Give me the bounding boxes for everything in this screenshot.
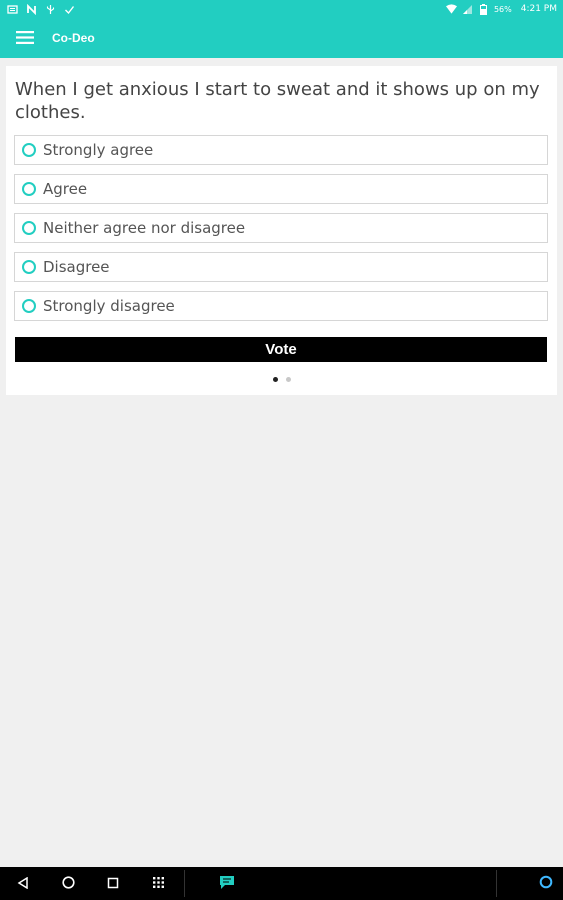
back-icon xyxy=(17,874,29,893)
app-drawer-button[interactable] xyxy=(147,867,169,900)
poll-option-label: Agree xyxy=(43,180,88,198)
newspaper-icon xyxy=(7,4,18,15)
poll-option-label: Disagree xyxy=(43,258,110,276)
app-bar: Co-Deo xyxy=(0,18,563,58)
pager-dot[interactable] xyxy=(285,377,291,382)
chat-app-button[interactable] xyxy=(214,867,240,900)
radio-icon xyxy=(22,299,36,313)
poll-option-disagree[interactable]: Disagree xyxy=(14,252,548,282)
recents-icon xyxy=(107,874,119,893)
alexa-button[interactable] xyxy=(535,867,557,900)
app-drawer-icon xyxy=(152,874,165,893)
nav-divider xyxy=(184,870,185,897)
poll-card: When I get anxious I start to sweat and … xyxy=(6,66,557,395)
clock: 4:21 PM xyxy=(520,4,557,14)
status-notification-icons xyxy=(0,3,75,15)
poll-question: When I get anxious I start to sweat and … xyxy=(15,79,540,123)
poll-option-strongly-disagree[interactable]: Strongly disagree xyxy=(14,291,548,321)
menu-button[interactable] xyxy=(0,18,52,58)
home-icon xyxy=(61,874,75,893)
pager-indicator xyxy=(6,377,557,383)
home-button[interactable] xyxy=(57,867,79,900)
back-button[interactable] xyxy=(12,867,34,900)
signal-icon xyxy=(462,4,473,15)
navigation-bar xyxy=(0,867,563,900)
nav-divider xyxy=(496,870,497,897)
vote-button[interactable]: Vote xyxy=(15,337,547,362)
radio-icon xyxy=(22,260,36,274)
poll-option-strongly-agree[interactable]: Strongly agree xyxy=(14,135,548,165)
recents-button[interactable] xyxy=(102,867,124,900)
battery-percent: 56% xyxy=(493,4,512,14)
alexa-icon xyxy=(539,874,553,893)
usb-icon xyxy=(45,4,56,15)
radio-icon xyxy=(22,143,36,157)
status-system-icons: 56% 4:21 PM xyxy=(445,3,563,15)
radio-icon xyxy=(22,182,36,196)
status-bar: 56% 4:21 PM xyxy=(0,0,563,18)
poll-option-neutral[interactable]: Neither agree nor disagree xyxy=(14,213,548,243)
wifi-icon xyxy=(445,4,457,15)
poll-option-agree[interactable]: Agree xyxy=(14,174,548,204)
n-icon xyxy=(26,3,37,15)
radio-icon xyxy=(22,221,36,235)
check-icon xyxy=(64,4,75,15)
poll-option-label: Neither agree nor disagree xyxy=(43,219,246,237)
app-title: Co-Deo xyxy=(52,31,95,45)
hamburger-menu-icon xyxy=(16,29,34,48)
battery-icon xyxy=(478,3,489,15)
poll-option-label: Strongly disagree xyxy=(43,297,175,315)
pager-dot-active[interactable] xyxy=(272,377,278,382)
chat-app-icon xyxy=(218,874,236,894)
poll-option-label: Strongly agree xyxy=(43,141,154,159)
